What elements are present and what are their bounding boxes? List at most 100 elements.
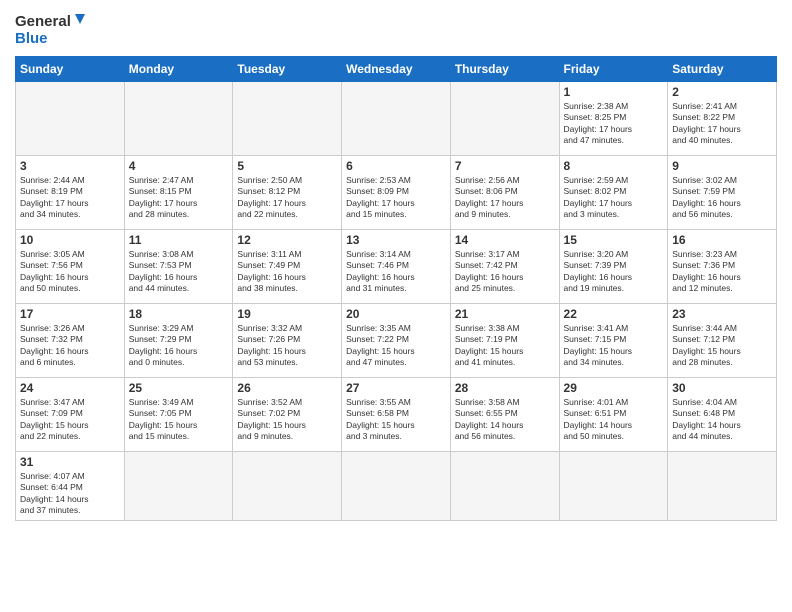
calendar-cell: 27 Sunrise: 3:55 AM Sunset: 6:58 PM Dayli…: [342, 378, 451, 452]
day-number: 25: [129, 381, 229, 395]
calendar-cell: 1 Sunrise: 2:38 AM Sunset: 8:25 PM Daylig…: [559, 82, 668, 156]
calendar-cell: 20Sunrise: 3:35 AM Sunset: 7:22 PM Dayli…: [342, 304, 451, 378]
calendar-cell: 12 Sunrise: 3:11 AM Sunset: 7:49 PM Dayli…: [233, 230, 342, 304]
day-number: 11: [129, 233, 229, 247]
calendar-cell: 28 Sunrise: 3:58 AM Sunset: 6:55 PM Dayli…: [450, 378, 559, 452]
day-info: Sunrise: 2:44 AM Sunset: 8:19 PM Dayligh…: [20, 175, 120, 221]
calendar-cell: 11Sunrise: 3:08 AM Sunset: 7:53 PM Dayli…: [124, 230, 233, 304]
week-row-3: 10 Sunrise: 3:05 AM Sunset: 7:56 PM Dayli…: [16, 230, 777, 304]
day-info: Sunrise: 3:14 AM Sunset: 7:46 PM Dayligh…: [346, 249, 446, 295]
day-number: 3: [20, 159, 120, 173]
calendar-cell: [233, 82, 342, 156]
day-info: Sunrise: 3:49 AM Sunset: 7:05 PM Dayligh…: [129, 397, 229, 443]
day-number: 30: [672, 381, 772, 395]
day-info: Sunrise: 4:01 AM Sunset: 6:51 PM Dayligh…: [564, 397, 664, 443]
calendar-cell: 15Sunrise: 3:20 AM Sunset: 7:39 PM Dayli…: [559, 230, 668, 304]
calendar-cell: 2 Sunrise: 2:41 AM Sunset: 8:22 PM Daylig…: [668, 82, 777, 156]
calendar: SundayMondayTuesdayWednesdayThursdayFrid…: [15, 56, 777, 521]
day-number: 29: [564, 381, 664, 395]
day-number: 10: [20, 233, 120, 247]
calendar-cell: 5Sunrise: 2:50 AM Sunset: 8:12 PM Daylig…: [233, 156, 342, 230]
calendar-cell: 3 Sunrise: 2:44 AM Sunset: 8:19 PM Daylig…: [16, 156, 125, 230]
day-number: 17: [20, 307, 120, 321]
day-number: 31: [20, 455, 120, 469]
day-info: Sunrise: 3:05 AM Sunset: 7:56 PM Dayligh…: [20, 249, 120, 295]
calendar-cell: [450, 452, 559, 521]
weekday-header-saturday: Saturday: [668, 57, 777, 82]
day-number: 21: [455, 307, 555, 321]
calendar-cell: 16Sunrise: 3:23 AM Sunset: 7:36 PM Dayli…: [668, 230, 777, 304]
day-info: Sunrise: 4:04 AM Sunset: 6:48 PM Dayligh…: [672, 397, 772, 443]
day-info: Sunrise: 3:02 AM Sunset: 7:59 PM Dayligh…: [672, 175, 772, 221]
calendar-cell: [233, 452, 342, 521]
day-number: 8: [564, 159, 664, 173]
calendar-cell: 6Sunrise: 2:53 AM Sunset: 8:09 PM Daylig…: [342, 156, 451, 230]
weekday-header-tuesday: Tuesday: [233, 57, 342, 82]
day-info: Sunrise: 3:17 AM Sunset: 7:42 PM Dayligh…: [455, 249, 555, 295]
calendar-cell: 25 Sunrise: 3:49 AM Sunset: 7:05 PM Dayli…: [124, 378, 233, 452]
weekday-header-friday: Friday: [559, 57, 668, 82]
day-number: 9: [672, 159, 772, 173]
day-info: Sunrise: 3:26 AM Sunset: 7:32 PM Dayligh…: [20, 323, 120, 369]
day-info: Sunrise: 3:47 AM Sunset: 7:09 PM Dayligh…: [20, 397, 120, 443]
calendar-cell: 4 Sunrise: 2:47 AM Sunset: 8:15 PM Daylig…: [124, 156, 233, 230]
day-info: Sunrise: 3:11 AM Sunset: 7:49 PM Dayligh…: [237, 249, 337, 295]
day-number: 26: [237, 381, 337, 395]
weekday-header-sunday: Sunday: [16, 57, 125, 82]
day-info: Sunrise: 3:58 AM Sunset: 6:55 PM Dayligh…: [455, 397, 555, 443]
calendar-cell: 17 Sunrise: 3:26 AM Sunset: 7:32 PM Dayli…: [16, 304, 125, 378]
day-info: Sunrise: 2:41 AM Sunset: 8:22 PM Dayligh…: [672, 101, 772, 147]
svg-text:Blue: Blue: [15, 30, 48, 47]
day-info: Sunrise: 3:52 AM Sunset: 7:02 PM Dayligh…: [237, 397, 337, 443]
day-info: Sunrise: 3:55 AM Sunset: 6:58 PM Dayligh…: [346, 397, 446, 443]
svg-text:General: General: [15, 13, 71, 30]
calendar-cell: 18Sunrise: 3:29 AM Sunset: 7:29 PM Dayli…: [124, 304, 233, 378]
header: General Blue: [15, 10, 777, 48]
week-row-2: 3 Sunrise: 2:44 AM Sunset: 8:19 PM Daylig…: [16, 156, 777, 230]
calendar-cell: [124, 82, 233, 156]
day-info: Sunrise: 2:56 AM Sunset: 8:06 PM Dayligh…: [455, 175, 555, 221]
calendar-cell: 23Sunrise: 3:44 AM Sunset: 7:12 PM Dayli…: [668, 304, 777, 378]
day-number: 24: [20, 381, 120, 395]
calendar-cell: [342, 82, 451, 156]
calendar-cell: [16, 82, 125, 156]
calendar-cell: 29 Sunrise: 4:01 AM Sunset: 6:51 PM Dayli…: [559, 378, 668, 452]
day-number: 4: [129, 159, 229, 173]
day-number: 28: [455, 381, 555, 395]
calendar-cell: 22 Sunrise: 3:41 AM Sunset: 7:15 PM Dayli…: [559, 304, 668, 378]
day-info: Sunrise: 4:07 AM Sunset: 6:44 PM Dayligh…: [20, 471, 120, 517]
calendar-cell: 24 Sunrise: 3:47 AM Sunset: 7:09 PM Dayli…: [16, 378, 125, 452]
weekday-header-wednesday: Wednesday: [342, 57, 451, 82]
day-number: 14: [455, 233, 555, 247]
week-row-4: 17 Sunrise: 3:26 AM Sunset: 7:32 PM Dayli…: [16, 304, 777, 378]
day-number: 2: [672, 85, 772, 99]
day-number: 20: [346, 307, 446, 321]
day-info: Sunrise: 2:50 AM Sunset: 8:12 PM Dayligh…: [237, 175, 337, 221]
day-info: Sunrise: 3:32 AM Sunset: 7:26 PM Dayligh…: [237, 323, 337, 369]
calendar-cell: 13 Sunrise: 3:14 AM Sunset: 7:46 PM Dayli…: [342, 230, 451, 304]
day-number: 12: [237, 233, 337, 247]
day-number: 1: [564, 85, 664, 99]
day-number: 22: [564, 307, 664, 321]
calendar-cell: 14 Sunrise: 3:17 AM Sunset: 7:42 PM Dayli…: [450, 230, 559, 304]
calendar-cell: [450, 82, 559, 156]
page: General Blue SundayMondayTuesdayWednesda…: [0, 0, 792, 612]
week-row-5: 24 Sunrise: 3:47 AM Sunset: 7:09 PM Dayli…: [16, 378, 777, 452]
day-info: Sunrise: 2:38 AM Sunset: 8:25 PM Dayligh…: [564, 101, 664, 147]
calendar-cell: 30 Sunrise: 4:04 AM Sunset: 6:48 PM Dayli…: [668, 378, 777, 452]
day-info: Sunrise: 3:41 AM Sunset: 7:15 PM Dayligh…: [564, 323, 664, 369]
day-number: 13: [346, 233, 446, 247]
calendar-cell: [342, 452, 451, 521]
calendar-cell: 31 Sunrise: 4:07 AM Sunset: 6:44 PM Dayli…: [16, 452, 125, 521]
day-number: 6: [346, 159, 446, 173]
calendar-cell: 19 Sunrise: 3:32 AM Sunset: 7:26 PM Dayli…: [233, 304, 342, 378]
day-number: 27: [346, 381, 446, 395]
weekday-header-thursday: Thursday: [450, 57, 559, 82]
day-number: 19: [237, 307, 337, 321]
day-info: Sunrise: 3:23 AM Sunset: 7:36 PM Dayligh…: [672, 249, 772, 295]
day-info: Sunrise: 3:38 AM Sunset: 7:19 PM Dayligh…: [455, 323, 555, 369]
calendar-cell: [668, 452, 777, 521]
day-number: 15: [564, 233, 664, 247]
weekday-header-monday: Monday: [124, 57, 233, 82]
day-info: Sunrise: 2:47 AM Sunset: 8:15 PM Dayligh…: [129, 175, 229, 221]
